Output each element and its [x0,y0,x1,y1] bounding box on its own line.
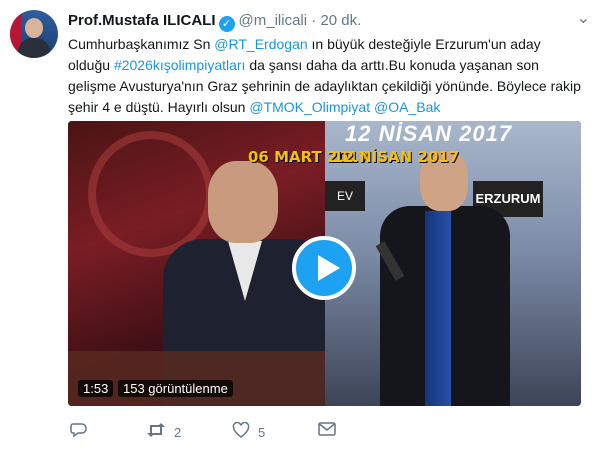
envelope-icon [318,422,336,441]
tweet-text: Cumhurbaşkanımız Sn @RT_Erdogan ın büyük… [68,34,583,118]
heart-icon [232,421,250,443]
mention-link[interactable]: @RT_Erdogan [214,36,307,52]
tweet-actions: 2 5 [68,421,583,443]
mention-link[interactable]: @OA_Bak [374,99,440,115]
speaker-left-head [208,161,278,243]
avatar[interactable] [10,10,58,58]
erzurum-sign-left: EV [325,181,365,211]
author-handle[interactable]: @m_ilicali [239,12,308,29]
tweet-header: Prof.Mustafa ILICALI ✓ @m_ilicali · 20 dk.… [68,10,590,32]
desk [68,351,325,406]
hashtag-link[interactable]: #2026kışolimpiyatları [114,57,246,73]
retweet-icon [146,422,166,443]
view-count: 153 görüntülenme [118,380,233,397]
retweet-count: 2 [174,425,182,440]
avatar-head [25,18,43,38]
chevron-down-icon[interactable]: ⌄ [577,8,590,28]
speaker-right-scarf [425,211,451,406]
verified-badge-icon: ✓ [218,16,235,32]
text-part: Cumhurbaşkanımız Sn [68,36,215,52]
play-icon [318,255,340,281]
like-count: 5 [258,425,266,440]
tweet: Prof.Mustafa ILICALI ✓ @m_ilicali · 20 dk.… [0,0,600,450]
date-overlay-right: 12 NİSAN 2017 [333,148,460,166]
mention-link[interactable]: @TMOK_Olimpiyat [249,99,370,115]
separator-dot: · [311,12,317,29]
play-button[interactable] [292,236,356,300]
video-player[interactable]: 12 NİSAN 2017 EV ERZURUM 06 MART 2017 12… [68,121,581,406]
tweet-time[interactable]: 20 dk. [320,12,361,29]
reply-button[interactable] [70,422,96,443]
author-name[interactable]: Prof.Mustafa ILICALI [68,12,216,29]
like-button[interactable]: 5 [232,421,266,443]
video-duration: 1:53 [78,380,114,397]
direct-message-button[interactable] [318,422,344,441]
retweet-button[interactable]: 2 [146,422,181,443]
video-banner-text: 12 NİSAN 2017 [345,121,513,146]
channel-logo-decoration [88,131,214,257]
avatar-body [18,38,50,58]
reply-icon [70,422,88,443]
